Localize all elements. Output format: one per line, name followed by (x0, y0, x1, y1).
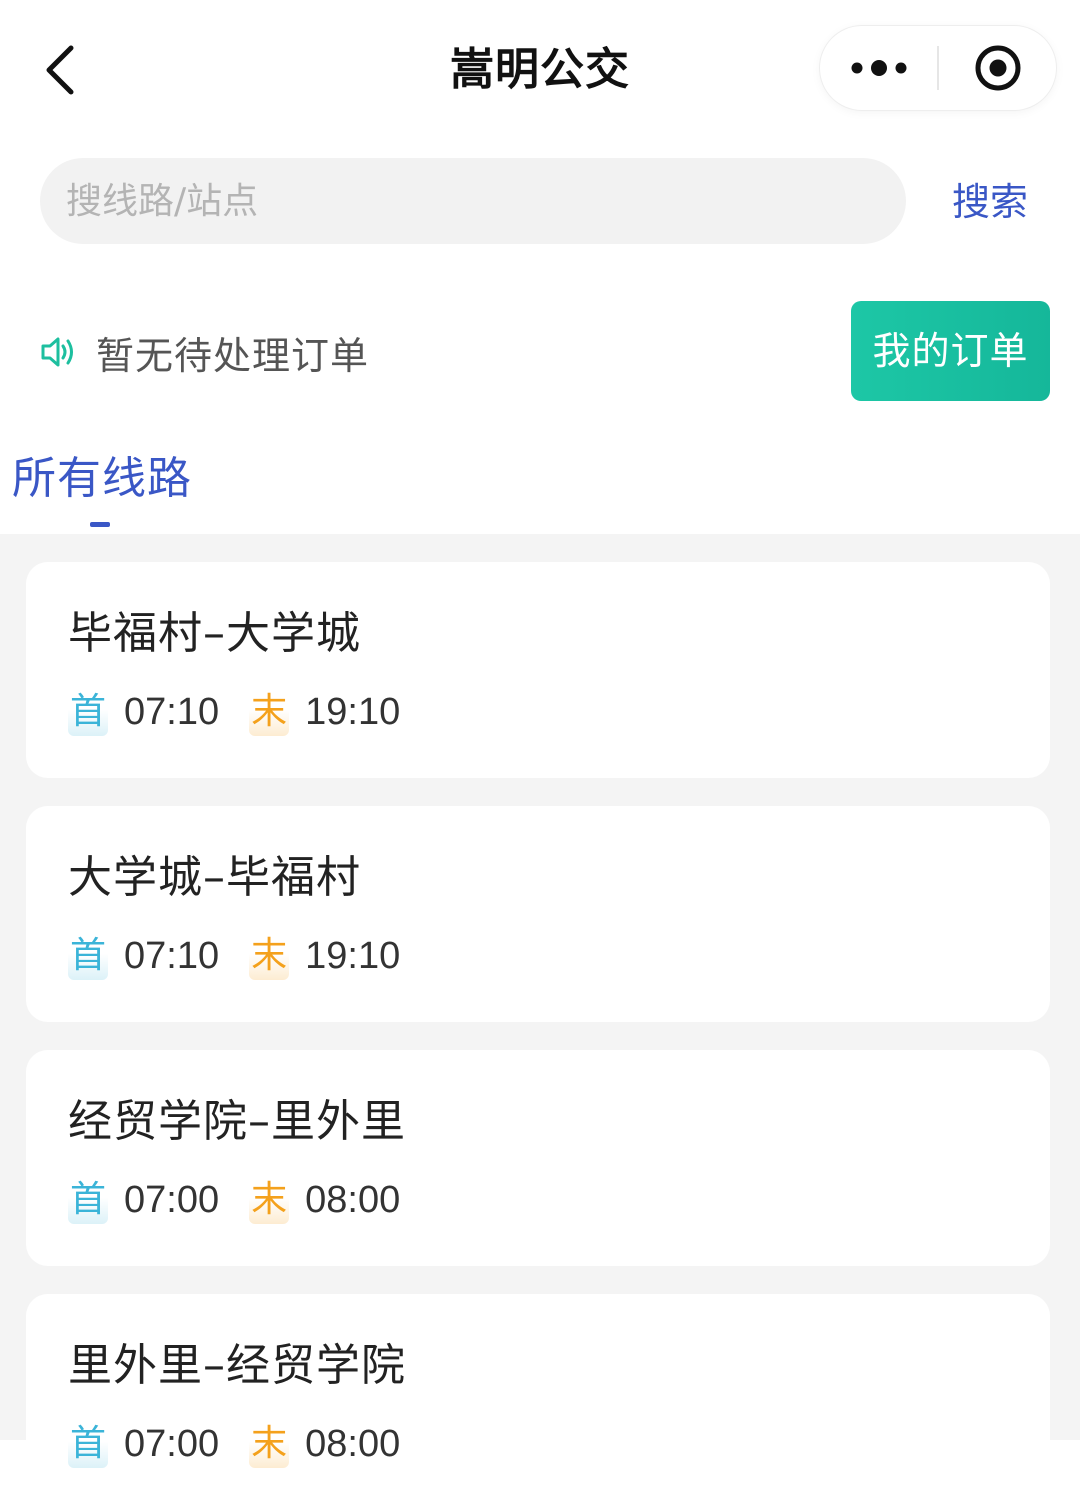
route-times: 首 07:10 末 19:10 (68, 684, 430, 740)
tab-all-routes[interactable]: 所有线路 (12, 444, 192, 514)
back-button[interactable] (30, 38, 90, 102)
last-bus-time: 08:00 (305, 1422, 401, 1465)
route-card[interactable]: 大学城–毕福村 首 07:10 末 19:10 (26, 806, 1050, 1022)
last-bus-badge: 末 (249, 932, 290, 980)
route-card[interactable]: 里外里–经贸学院 首 07:00 末 08:00 (26, 1294, 1050, 1510)
route-times: 首 07:00 末 08:00 (68, 1416, 430, 1472)
route-times: 首 07:10 末 19:10 (68, 928, 430, 984)
last-bus-badge: 末 (249, 688, 290, 736)
route-card[interactable]: 毕福村–大学城 首 07:10 末 19:10 (26, 562, 1050, 778)
last-bus-time: 08:00 (305, 1178, 401, 1221)
last-bus-badge: 末 (249, 1176, 290, 1224)
route-name: 经贸学院–里外里 (68, 1096, 406, 1147)
last-bus-time: 19:10 (305, 934, 401, 977)
first-bus-badge: 首 (68, 688, 109, 736)
search-input[interactable] (64, 170, 906, 232)
first-bus-badge: 首 (68, 1420, 109, 1468)
route-list: 毕福村–大学城 首 07:10 末 19:10 大学城–毕福村 首 07:10 … (0, 534, 1080, 1510)
last-bus-time: 19:10 (305, 690, 401, 733)
more-button[interactable] (820, 26, 937, 110)
chevron-left-icon (46, 45, 74, 95)
last-bus-badge: 末 (249, 1420, 290, 1468)
page-title: 嵩明公交 (450, 44, 630, 95)
first-bus-badge: 首 (68, 932, 109, 980)
route-times: 首 07:00 末 08:00 (68, 1172, 430, 1228)
route-name: 里外里–经贸学院 (68, 1340, 406, 1391)
first-bus-time: 07:10 (124, 934, 220, 977)
notice-text: 暂无待处理订单 (96, 333, 370, 378)
search-button[interactable]: 搜索 (952, 172, 1042, 232)
first-bus-badge: 首 (68, 1176, 109, 1224)
more-dots-icon (851, 60, 906, 76)
first-bus-time: 07:10 (124, 690, 220, 733)
route-name: 大学城–毕福村 (68, 852, 361, 903)
order-notice: 暂无待处理订单 (40, 320, 369, 384)
route-card[interactable]: 经贸学院–里外里 首 07:00 末 08:00 (26, 1050, 1050, 1266)
route-name: 毕福村–大学城 (68, 608, 361, 659)
search-box (40, 158, 906, 244)
target-circle-icon (975, 45, 1020, 91)
speaker-icon (41, 337, 73, 367)
first-bus-time: 07:00 (124, 1178, 220, 1221)
my-orders-button[interactable]: 我的订单 (851, 301, 1050, 401)
close-miniprogram-button[interactable] (939, 26, 1056, 110)
first-bus-time: 07:00 (124, 1422, 220, 1465)
mini-program-capsule (820, 26, 1056, 110)
tab-active-indicator (90, 522, 110, 527)
nav-bar: 嵩明公交 (0, 0, 1080, 140)
